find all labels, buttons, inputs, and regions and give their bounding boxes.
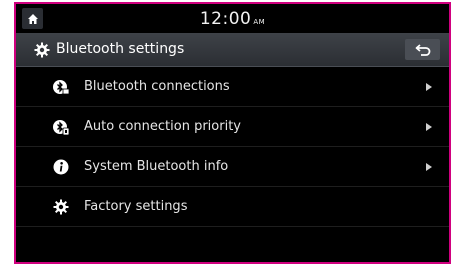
clock-time: 12:00: [199, 8, 252, 29]
clock: 12:00 AM: [200, 9, 265, 29]
chevron-right-icon: [426, 123, 432, 131]
status-bar: 12:00 AM: [16, 4, 449, 33]
title-bar: Bluetooth settings: [16, 33, 449, 67]
menu-item-label: Factory settings: [84, 199, 188, 214]
gear-icon: [53, 199, 69, 215]
settings-menu: Bluetooth connections Auto connection pr…: [16, 67, 449, 227]
menu-item-auto-connection-priority[interactable]: Auto connection priority: [16, 107, 449, 147]
clock-ampm: AM: [253, 17, 266, 26]
screen-frame: 12:00 AM Bluetooth settings Bluetooth co…: [14, 2, 451, 264]
menu-item-label: Auto connection priority: [84, 119, 241, 134]
menu-item-label: Bluetooth connections: [84, 79, 230, 94]
page-title: Bluetooth settings: [56, 41, 185, 57]
menu-item-system-bluetooth-info[interactable]: System Bluetooth info: [16, 147, 449, 187]
home-icon: [27, 13, 38, 24]
back-icon: [415, 43, 430, 56]
chevron-right-icon: [426, 83, 432, 91]
bluetooth-connections-icon: [53, 80, 69, 95]
menu-item-label: System Bluetooth info: [84, 159, 229, 174]
settings-gear-icon: [34, 42, 50, 58]
chevron-right-icon: [426, 163, 432, 171]
home-button[interactable]: [22, 8, 43, 29]
menu-item-bluetooth-connections[interactable]: Bluetooth connections: [16, 67, 449, 107]
back-button[interactable]: [405, 39, 440, 60]
auto-connection-icon: [53, 120, 69, 135]
info-icon: [53, 159, 69, 175]
menu-item-factory-settings[interactable]: Factory settings: [16, 187, 449, 227]
